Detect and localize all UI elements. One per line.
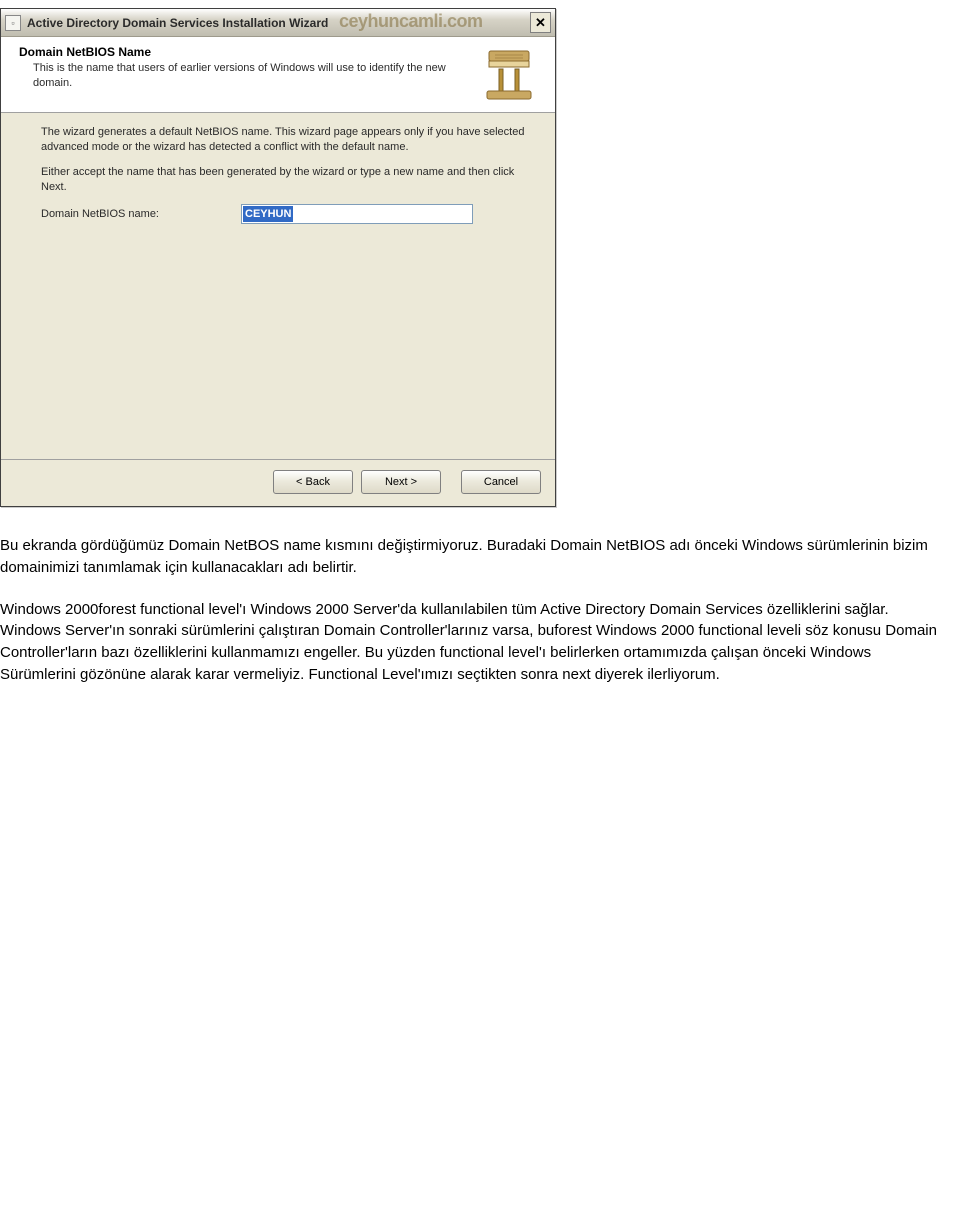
- banner-description: This is the name that users of earlier v…: [33, 61, 465, 91]
- wizard-content: The wizard generates a default NetBIOS n…: [1, 113, 555, 459]
- window-title: Active Directory Domain Services Install…: [27, 16, 530, 30]
- netbios-input-wrap: CEYHUN: [241, 204, 473, 224]
- netbios-field-row: Domain NetBIOS name: CEYHUN: [41, 204, 531, 224]
- banner-heading: Domain NetBIOS Name: [19, 45, 465, 59]
- wizard-dialog: ▫ Active Directory Domain Services Insta…: [0, 8, 556, 507]
- wizard-button-bar: < Back Next > Cancel: [1, 459, 555, 506]
- netbios-input[interactable]: [241, 204, 473, 224]
- app-icon: ▫: [5, 15, 21, 31]
- article-para1: Bu ekranda gördüğümüz Domain NetBOS name…: [0, 535, 948, 579]
- article-text: Bu ekranda gördüğümüz Domain NetBOS name…: [0, 535, 948, 686]
- wizard-banner: Domain NetBIOS Name This is the name tha…: [1, 37, 555, 113]
- close-icon: ✕: [535, 15, 546, 31]
- next-button[interactable]: Next >: [361, 470, 441, 494]
- ad-logo-icon: [481, 47, 537, 103]
- content-para1: The wizard generates a default NetBIOS n…: [41, 125, 531, 155]
- back-button[interactable]: < Back: [273, 470, 353, 494]
- content-para2: Either accept the name that has been gen…: [41, 165, 531, 195]
- titlebar: ▫ Active Directory Domain Services Insta…: [1, 9, 555, 37]
- netbios-field-label: Domain NetBIOS name:: [41, 208, 241, 220]
- cancel-button[interactable]: Cancel: [461, 470, 541, 494]
- close-button[interactable]: ✕: [530, 12, 551, 33]
- article-para2: Windows 2000forest functional level'ı Wi…: [0, 599, 948, 686]
